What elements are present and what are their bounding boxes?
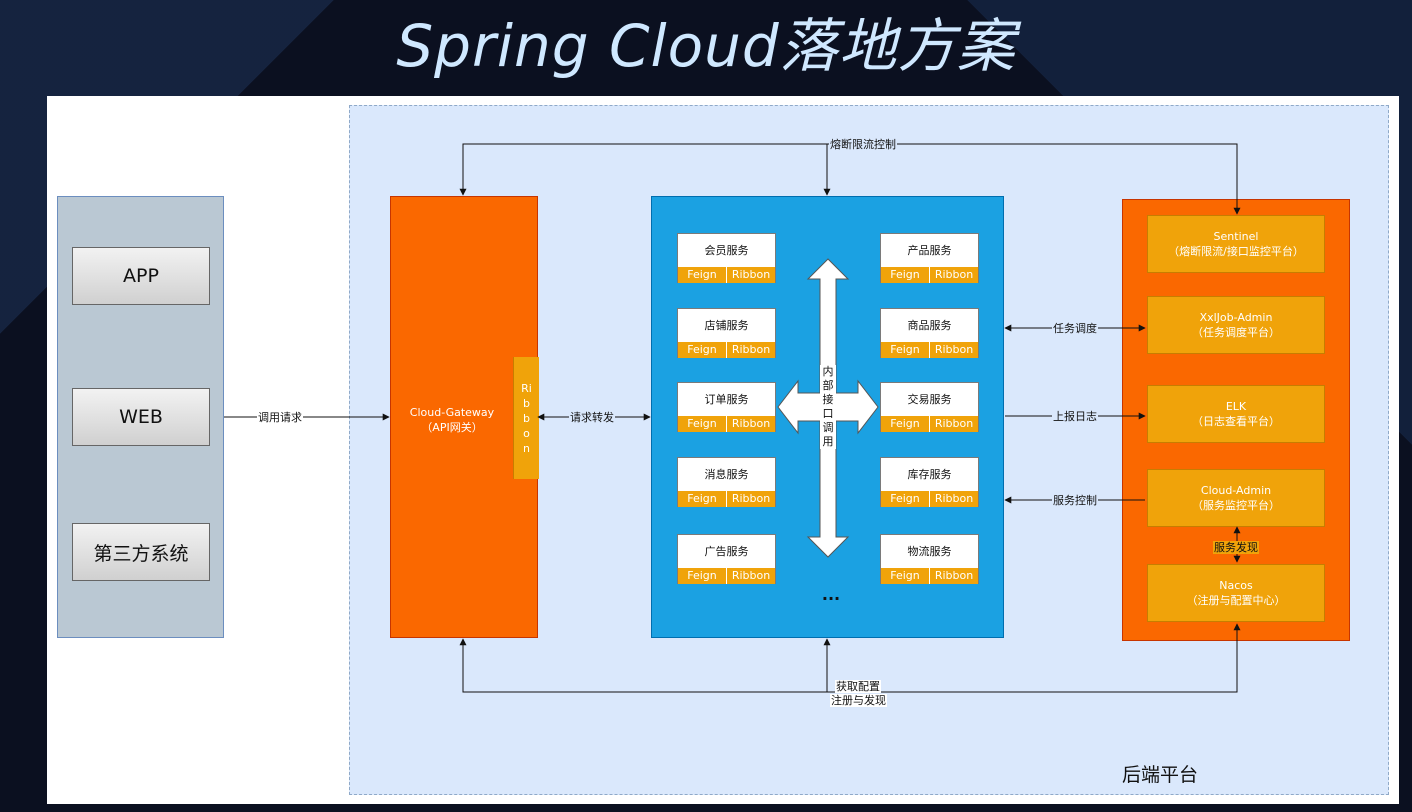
label-task-schedule: 任务调度: [1052, 322, 1098, 335]
label-report-log: 上报日志: [1052, 410, 1098, 423]
label-register-discover: 注册与发现: [830, 694, 887, 707]
label-circuit-break: 熔断限流控制: [829, 138, 897, 151]
diagram-canvas: 后端平台 APP WEB 第三方系统 Cloud-Gateway （API网关）…: [47, 96, 1399, 804]
edge-circuit-break: [459, 143, 1241, 215]
label-get-config: 获取配置: [835, 680, 881, 693]
label-service-control: 服务控制: [1052, 494, 1098, 507]
label-call-request: 调用请求: [257, 411, 303, 424]
connector-lines: [224, 143, 1241, 693]
page-title: Spring Cloud落地方案: [396, 12, 1016, 80]
label-service-discovery: 服务发现: [1213, 541, 1259, 554]
label-forward-request: 请求转发: [569, 411, 615, 424]
